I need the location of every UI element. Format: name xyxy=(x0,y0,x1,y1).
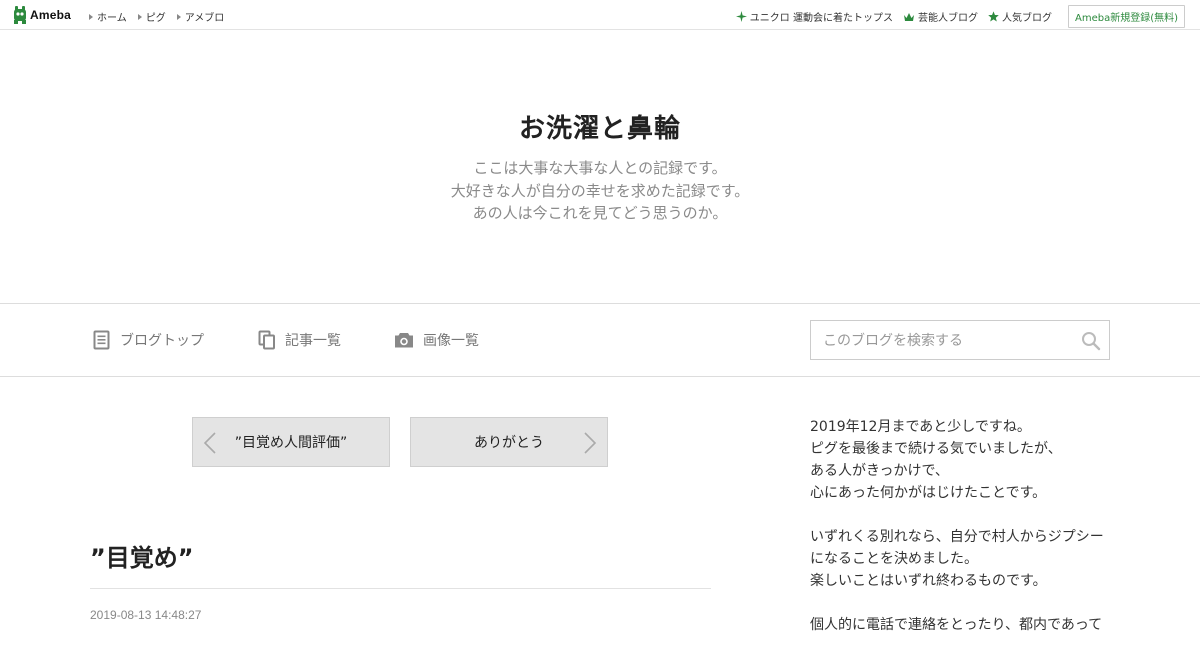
chevron-left-icon xyxy=(203,432,216,454)
copy-icon xyxy=(258,330,275,350)
sidebar-line: ある人がきっかけで、 xyxy=(810,463,949,479)
sidebar-paragraph: 2019年12月まであと少しですね。 ピグを最後まで続ける気でいましたが、 ある… xyxy=(810,416,1120,504)
article-title[interactable]: ”目覚め” xyxy=(90,538,194,573)
document-icon xyxy=(93,330,110,350)
trending-link-label: ユニクロ 運動会に着たトップス xyxy=(749,13,893,24)
ameba-logo[interactable]: Ameba xyxy=(13,6,71,24)
nav-ameblo-label: アメブロ xyxy=(184,13,225,24)
sidebar-profile-text: 2019年12月まであと少しですね。 ピグを最後まで続ける気でいましたが、 ある… xyxy=(810,416,1120,658)
blog-description-line: 大好きな人が自分の幸せを求めた記録です。 xyxy=(450,181,750,200)
global-header: Ameba ホーム ピグ アメブロ ユニクロ 運動会に着たトップス 芸能人ブログ… xyxy=(0,0,1200,30)
article-date: 2019-08-13 14:48:27 xyxy=(90,608,202,622)
blog-search-input[interactable] xyxy=(821,322,1075,360)
sidebar-line: 心にあった何かがはじけたことです。 xyxy=(810,485,1047,501)
celebrity-blog-label: 芸能人ブログ xyxy=(917,13,978,24)
blog-top-link[interactable]: ブログトップ xyxy=(93,330,204,350)
triangle-right-icon xyxy=(176,13,181,20)
triangle-right-icon xyxy=(137,13,142,20)
trending-link[interactable]: ユニクロ 運動会に着たトップス xyxy=(735,9,893,24)
blog-nav: ブログトップ 記事一覧 画像一覧 xyxy=(0,303,1200,377)
sidebar-line: 2019年12月まであと少しですね。 xyxy=(810,419,1031,435)
image-list-label: 画像一覧 xyxy=(423,333,479,349)
blog-title[interactable]: お洗濯と鼻輪 xyxy=(0,108,1200,145)
star-icon xyxy=(988,11,999,22)
sidebar-line: ピグを最後まで続ける気でいましたが、 xyxy=(810,441,1062,457)
sidebar-line: 個人的に電話で連絡をとったり、都内であって xyxy=(810,617,1103,633)
nav-pigg-label: ピグ xyxy=(145,13,166,24)
chevron-right-icon xyxy=(584,432,597,454)
popular-blog-label: 人気ブログ xyxy=(1001,13,1052,24)
blog-description-line: ここは大事な大事な人との記録です。 xyxy=(473,159,727,177)
global-nav: ホーム ピグ アメブロ xyxy=(89,9,224,24)
sidebar-paragraph: いずれくる別れなら、自分で村人からジプシー になることを決めました。 楽しいこと… xyxy=(810,526,1120,592)
triangle-right-icon xyxy=(89,13,93,20)
crown-icon xyxy=(903,12,914,21)
article-title-divider xyxy=(90,588,711,589)
prev-article-label: ”目覚め人間評価” xyxy=(234,435,348,451)
nav-pigg[interactable]: ピグ xyxy=(137,9,166,24)
camera-icon xyxy=(395,333,413,348)
blog-top-label: ブログトップ xyxy=(120,333,204,349)
blog-search-box xyxy=(810,320,1110,360)
register-button[interactable]: Ameba新規登録(無料) xyxy=(1067,5,1185,28)
popular-blog-link[interactable]: 人気ブログ xyxy=(988,9,1052,24)
nav-home[interactable]: ホーム xyxy=(89,9,127,24)
next-article-button[interactable]: ありがとう xyxy=(410,417,608,467)
prev-article-button[interactable]: ”目覚め人間評価” xyxy=(192,417,390,467)
article-list-label: 記事一覧 xyxy=(285,333,341,349)
article-list-link[interactable]: 記事一覧 xyxy=(258,330,341,350)
sidebar-line: 楽しいことはいずれ終わるものです。 xyxy=(810,573,1047,589)
sidebar-line: いずれくる別れなら、自分で村人からジプシー xyxy=(810,529,1104,545)
image-list-link[interactable]: 画像一覧 xyxy=(394,330,479,350)
sidebar-line: になることを決めました。 xyxy=(810,551,978,567)
blog-description: ここは大事な大事な人との記録です。 大好きな人が自分の幸せを求めた記録です。 あ… xyxy=(0,157,1200,225)
logo-text: Ameba xyxy=(30,8,72,22)
search-icon[interactable] xyxy=(1081,331,1101,351)
celebrity-blog-link[interactable]: 芸能人ブログ xyxy=(903,9,978,24)
nav-ameblo[interactable]: アメブロ xyxy=(176,9,225,24)
blog-description-line: あの人は今これを見てどう思うのか。 xyxy=(472,204,728,222)
nav-home-label: ホーム xyxy=(97,13,127,24)
header-right-links: ユニクロ 運動会に着たトップス 芸能人ブログ 人気ブログ Ameba新規登録(無… xyxy=(735,5,1185,28)
ameba-mascot-icon xyxy=(14,6,26,24)
next-article-label: ありがとう xyxy=(474,435,544,451)
sparkle-icon xyxy=(735,11,747,22)
sidebar-paragraph: 個人的に電話で連絡をとったり、都内であって xyxy=(810,614,1120,636)
